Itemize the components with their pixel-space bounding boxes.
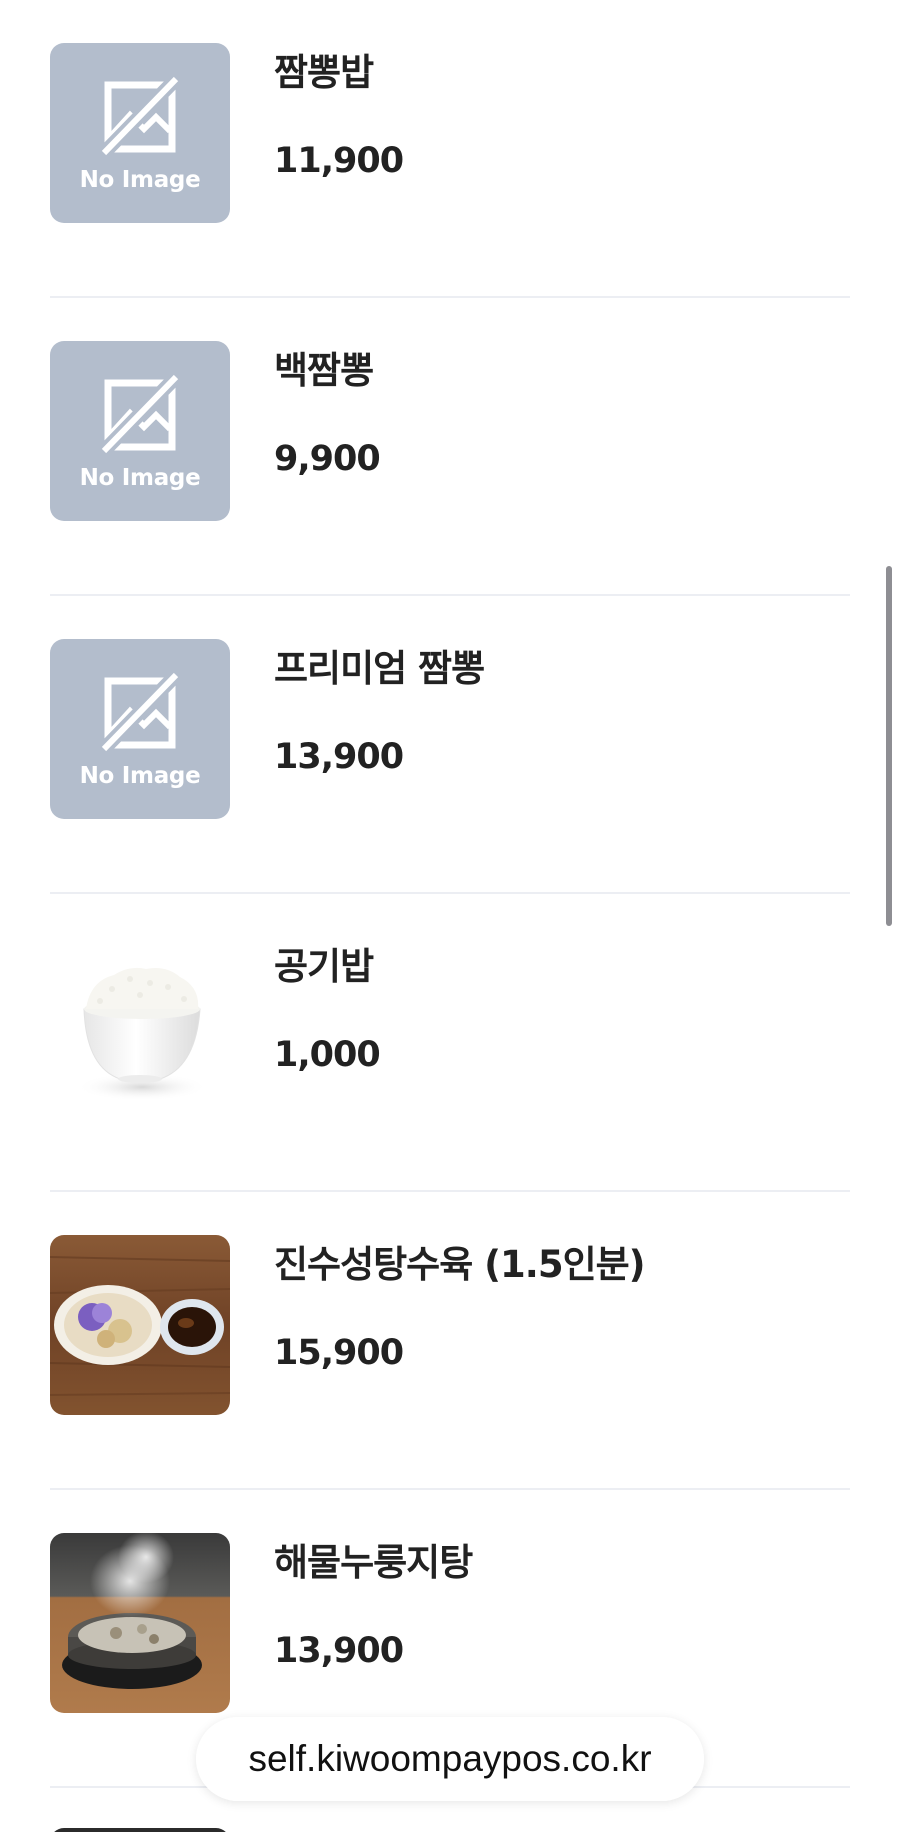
menu-item[interactable]: No Image 백짬뽕 9,900: [50, 298, 850, 596]
menu-item-name: 진수성탕수육 (1.5인분): [274, 1243, 646, 1286]
no-image-label: No Image: [79, 167, 201, 193]
next-item-image-peek: [50, 1828, 230, 1832]
menu-item[interactable]: 공기밥 1,000: [50, 894, 850, 1192]
no-image-label: No Image: [79, 763, 201, 789]
image-off-icon: [100, 75, 180, 157]
menu-item[interactable]: No Image 프리미엄 짬뽕 13,900: [50, 596, 850, 894]
menu-page: No Image 짬뽕밥 11,900 No Image 백짬뽕 9,900 N…: [0, 0, 900, 1832]
menu-item-price: 11,900: [274, 141, 404, 181]
menu-item-name: 프리미엄 짬뽕: [274, 647, 485, 690]
menu-item-price: 13,900: [274, 737, 404, 777]
menu-item-name: 해물누룽지탕: [274, 1541, 473, 1584]
no-image-placeholder: No Image: [50, 43, 230, 223]
rice-bowl-image: [50, 937, 230, 1117]
no-image-label: No Image: [79, 465, 201, 491]
image-off-icon: [100, 373, 180, 455]
menu-item-name: 짬뽕밥: [274, 51, 374, 94]
menu-item-name: 공기밥: [274, 945, 374, 988]
no-image-placeholder: No Image: [50, 341, 230, 521]
menu-item[interactable]: 진수성탕수육 (1.5인분) 15,900: [50, 1192, 850, 1490]
browser-url-bar[interactable]: self.kiwoompaypos.co.kr: [196, 1717, 704, 1801]
scrollbar[interactable]: [886, 566, 892, 926]
image-off-icon: [100, 671, 180, 753]
seafood-soup-image: [50, 1533, 230, 1713]
url-text: self.kiwoompaypos.co.kr: [248, 1738, 652, 1779]
menu-item[interactable]: No Image 짬뽕밥 11,900: [50, 0, 850, 298]
menu-item-price: 13,900: [274, 1631, 404, 1671]
menu-item-price: 9,900: [274, 439, 381, 479]
menu-item-name: 백짬뽕: [274, 349, 374, 392]
no-image-placeholder: No Image: [50, 639, 230, 819]
sweet-sour-pork-image: [50, 1235, 230, 1415]
menu-item-price: 15,900: [274, 1333, 404, 1373]
menu-item-price: 1,000: [274, 1035, 381, 1075]
